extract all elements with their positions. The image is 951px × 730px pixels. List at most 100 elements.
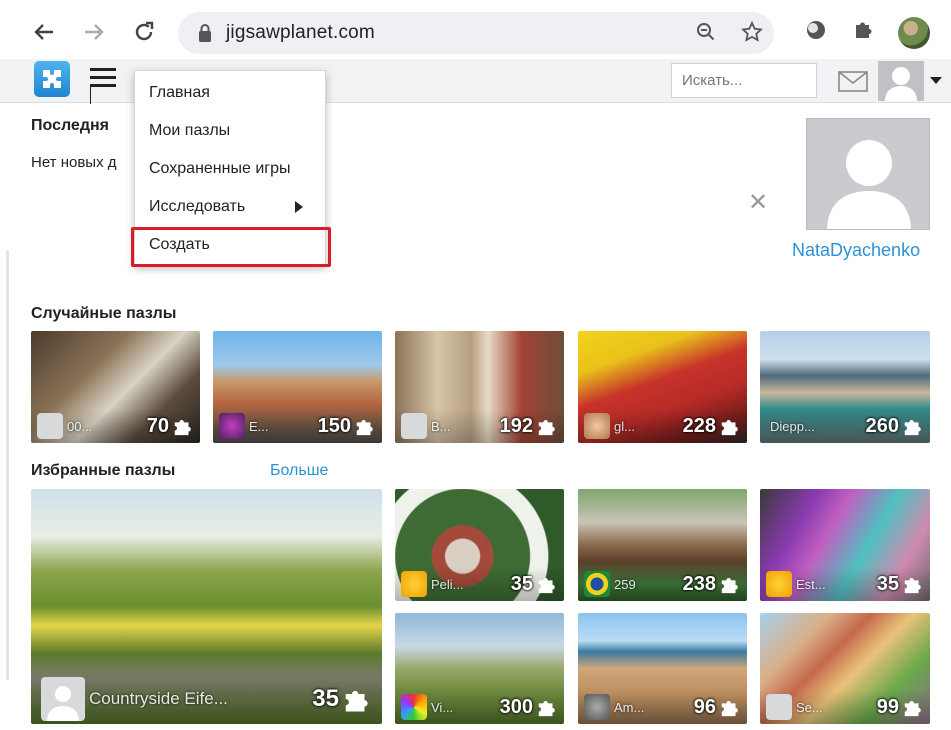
tile-user-name: 259 <box>614 576 636 592</box>
piece-count: 260 <box>865 414 899 437</box>
user-icon <box>584 413 610 439</box>
puzzle-tile[interactable]: Se... 99 <box>760 613 930 724</box>
tile-footer: B... 192 <box>395 409 564 443</box>
piece-count: 35 <box>876 572 899 595</box>
more-link[interactable]: Больше <box>270 462 328 480</box>
tile-footer: Vi... 300 <box>395 690 564 724</box>
puzzle-tile[interactable]: Peli... 35 <box>395 489 564 601</box>
piece-count: 70 <box>146 414 169 437</box>
tile-user-name: 00... <box>67 418 93 434</box>
search-input[interactable] <box>671 63 817 98</box>
tile-user-name: Se... <box>796 699 823 715</box>
lock-icon <box>199 24 211 42</box>
featured-puzzles-title: Избранные пазлы <box>31 462 176 479</box>
piece-count: 300 <box>499 695 533 718</box>
featured-big-tile[interactable]: Countryside Eife... 35 <box>31 489 382 724</box>
piece-count: 150 <box>317 414 351 437</box>
puzzle-piece-icon <box>356 420 373 436</box>
user-icon <box>584 694 610 720</box>
address-bar[interactable]: jigsawplanet.com <box>178 12 774 54</box>
user-card-avatar[interactable] <box>806 118 930 230</box>
puzzle-tile[interactable]: Am... 96 <box>578 613 747 724</box>
extension-circle-icon[interactable] <box>804 18 832 46</box>
puzzle-tile[interactable]: gl... 228 <box>578 331 747 443</box>
tile-user-name: Am... <box>614 699 645 715</box>
page-edge-divider <box>6 250 9 680</box>
tile-footer: 00... 70 <box>31 409 200 443</box>
tile-user-name: B... <box>431 418 451 434</box>
puzzle-piece-icon <box>538 420 555 436</box>
zoom-icon[interactable] <box>694 21 718 45</box>
puzzle-tile[interactable]: 00... 70 <box>31 331 200 443</box>
user-icon <box>219 413 245 439</box>
user-icon <box>766 694 792 720</box>
random-puzzles-title: Случайные пазлы <box>31 305 177 322</box>
tile-footer: Est... 35 <box>760 567 930 601</box>
menu-item-explore[interactable]: Исследовать <box>135 189 325 225</box>
reload-icon <box>135 21 154 41</box>
piece-count: 228 <box>682 414 716 437</box>
tile-footer: Countryside Eife... 35 <box>31 674 382 724</box>
user-name-link[interactable]: NataDyachenko <box>792 240 920 261</box>
puzzle-piece-icon <box>345 690 368 712</box>
url-text: jigsawplanet.com <box>226 22 375 43</box>
user-icon <box>584 571 610 597</box>
puzzle-piece-icon <box>721 701 738 717</box>
menu-item-explore-label: Исследовать <box>149 198 246 215</box>
piece-count: 192 <box>499 414 533 437</box>
tile-user-name: Vi... <box>431 699 454 715</box>
puzzle-tile[interactable]: Diepp... 260 <box>760 331 930 443</box>
user-icon <box>766 571 792 597</box>
tile-user-name: E... <box>249 418 269 434</box>
puzzle-piece-icon <box>721 420 738 436</box>
reload-button[interactable] <box>126 14 162 50</box>
hamburger-menu-icon[interactable] <box>90 68 116 90</box>
piece-count: 238 <box>682 572 716 595</box>
tile-user-name: Peli... <box>431 576 464 592</box>
puzzle-piece-icon <box>174 420 191 436</box>
tile-footer: Diepp... 260 <box>760 409 930 443</box>
user-avatar[interactable] <box>878 61 924 101</box>
piece-count: 35 <box>510 572 533 595</box>
user-icon <box>401 571 427 597</box>
puzzle-tile[interactable]: Vi... 300 <box>395 613 564 724</box>
jigsawplanet-logo[interactable] <box>34 61 70 97</box>
submenu-arrow-icon <box>295 201 303 213</box>
extensions-puzzle-icon[interactable] <box>852 18 880 46</box>
puzzle-piece-icon <box>721 578 738 594</box>
puzzle-piece-icon <box>904 701 921 717</box>
user-icon <box>401 694 427 720</box>
puzzle-logo-icon <box>43 70 61 88</box>
piece-count: 96 <box>693 695 716 718</box>
user-icon <box>401 413 427 439</box>
tile-user-name: Est... <box>796 576 826 592</box>
tile-footer: Peli... 35 <box>395 567 564 601</box>
recent-empty-text: Нет новых д <box>31 154 117 171</box>
tile-user-name: Countryside Eife... <box>89 689 228 708</box>
menu-item-my-puzzles[interactable]: Мои пазлы <box>135 113 325 149</box>
create-highlight-box <box>131 227 331 267</box>
puzzle-piece-icon <box>904 420 921 436</box>
menu-item-home[interactable]: Главная <box>135 75 325 111</box>
user-icon <box>41 677 85 721</box>
mail-icon[interactable] <box>838 71 868 92</box>
menu-pointer-line <box>90 86 91 104</box>
close-icon[interactable]: ✕ <box>748 188 768 217</box>
bookmark-star-icon[interactable] <box>740 20 764 45</box>
puzzle-tile[interactable]: E... 150 <box>213 331 382 443</box>
piece-count: 35 <box>312 685 339 712</box>
recent-title: Последня <box>31 117 109 134</box>
piece-count: 99 <box>876 695 899 718</box>
back-button[interactable] <box>26 14 62 50</box>
tile-footer: E... 150 <box>213 409 382 443</box>
puzzle-tile[interactable]: 259 238 <box>578 489 747 601</box>
browser-profile-avatar[interactable] <box>898 17 930 49</box>
tile-footer: Am... 96 <box>578 690 747 724</box>
forward-button[interactable] <box>76 14 112 50</box>
menu-item-saved-games[interactable]: Сохраненные игры <box>135 151 325 187</box>
chevron-down-icon[interactable] <box>930 77 942 84</box>
puzzle-tile[interactable]: Est... 35 <box>760 489 930 601</box>
puzzle-tile[interactable]: B... 192 <box>395 331 564 443</box>
puzzle-piece-icon <box>538 578 555 594</box>
browser-toolbar: jigsawplanet.com <box>0 0 951 66</box>
